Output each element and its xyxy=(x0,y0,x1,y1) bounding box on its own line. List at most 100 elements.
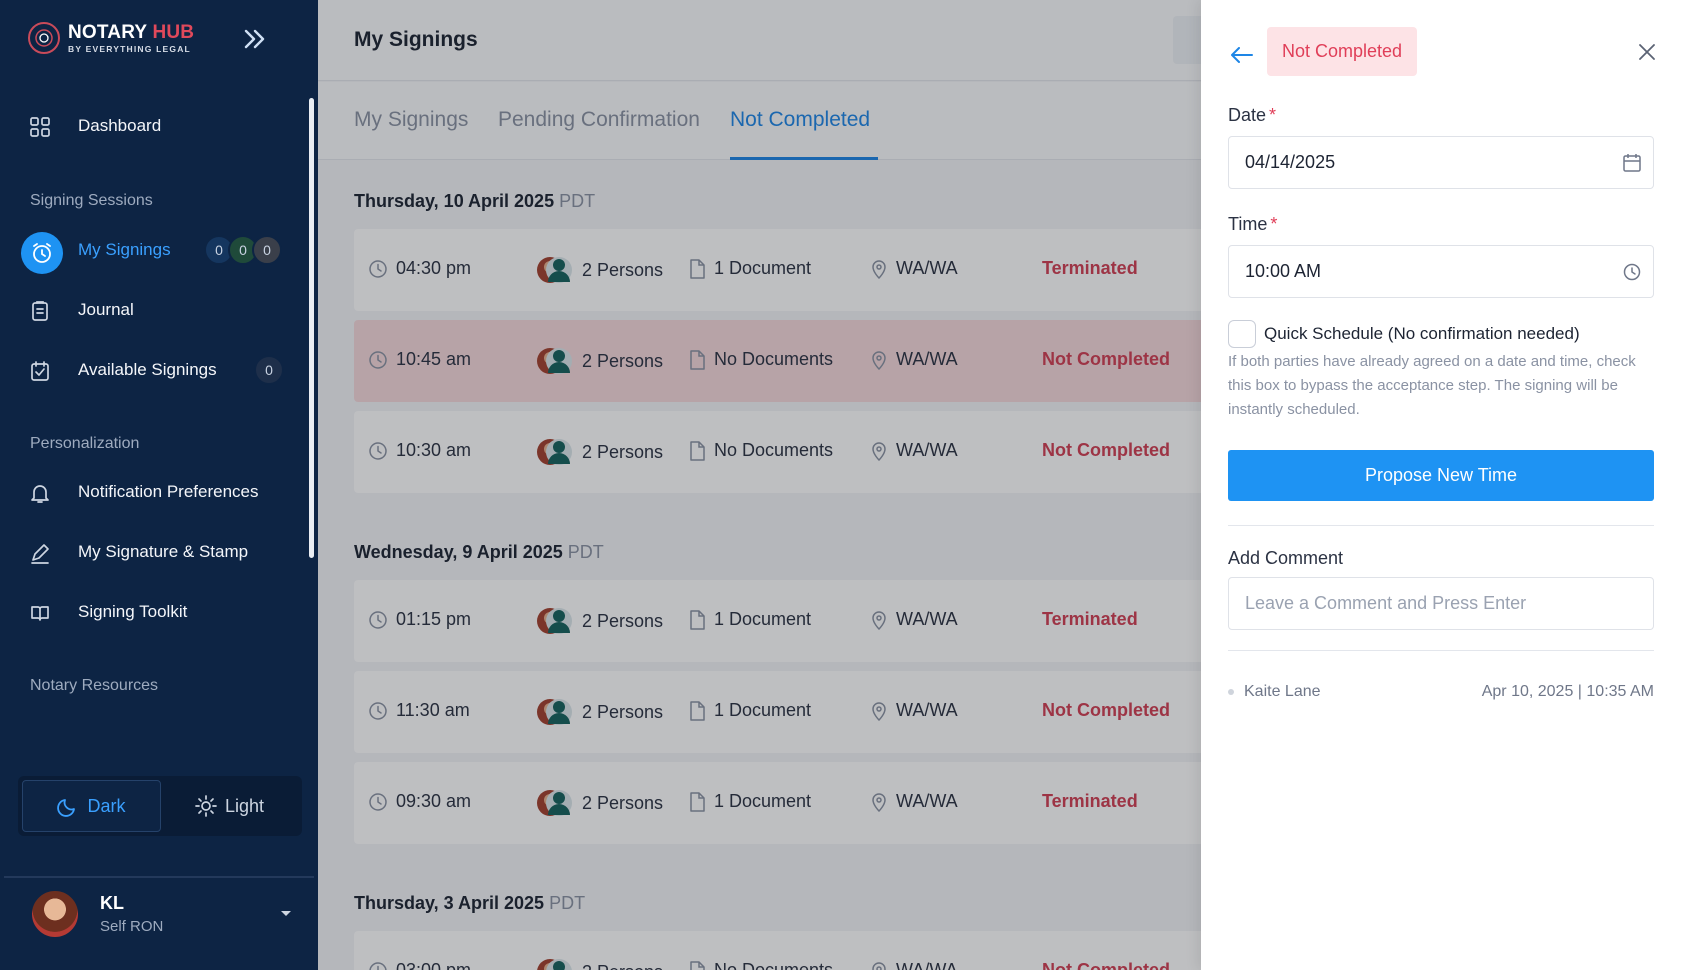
book-icon xyxy=(28,601,52,625)
my-signings-badges: 0 0 0 xyxy=(204,235,282,265)
sidebar-item-label: Available Signings xyxy=(78,360,217,379)
sidebar-item-label: Journal xyxy=(78,300,134,319)
signing-persons: 2 Persons xyxy=(536,953,663,970)
sidebar-item-notification-preferences[interactable]: Notification Preferences xyxy=(0,470,300,514)
clock-icon xyxy=(369,701,387,720)
bell-icon xyxy=(28,481,52,505)
theme-dark-label: Dark xyxy=(87,795,126,816)
clock-icon xyxy=(369,441,387,460)
comment-input[interactable]: Leave a Comment and Press Enter xyxy=(1228,577,1654,630)
persons-avatar-icon xyxy=(537,699,572,725)
section-label-signing: Signing Sessions xyxy=(30,192,153,209)
location-pin-icon xyxy=(872,350,886,370)
clock-icon[interactable] xyxy=(1621,261,1643,283)
persons-avatar-icon xyxy=(537,257,572,283)
calendar-check-icon xyxy=(28,359,52,383)
signing-location: WA/WA xyxy=(870,791,958,812)
quick-schedule-checkbox-row[interactable]: Quick Schedule (No confirmation needed) xyxy=(1228,320,1580,348)
signing-time: 03:00 pm xyxy=(368,960,471,970)
sidebar: NOTARY HUB BY EVERYTHING LEGAL Dashboard… xyxy=(0,0,318,970)
signing-status: Terminated xyxy=(1042,609,1138,629)
propose-new-time-button[interactable]: Propose New Time xyxy=(1228,450,1654,501)
date-value: 04/14/2025 xyxy=(1245,152,1336,172)
sidebar-item-signing-toolkit[interactable]: Signing Toolkit xyxy=(0,590,300,634)
signing-persons: 2 Persons xyxy=(536,342,663,380)
date-field[interactable]: 04/14/2025 xyxy=(1228,136,1654,189)
signing-location: WA/WA xyxy=(870,349,958,370)
reschedule-panel: Not Completed Date * 04/14/2025 Time * 10:… xyxy=(1201,0,1681,970)
sidebar-scrollbar[interactable] xyxy=(309,98,314,558)
caret-down-icon xyxy=(281,911,291,916)
clipboard-icon xyxy=(28,299,52,323)
sidebar-item-journal[interactable]: Journal xyxy=(0,288,300,332)
sidebar-divider xyxy=(4,876,314,878)
location-pin-icon xyxy=(872,259,886,279)
quick-schedule-checkbox[interactable] xyxy=(1228,320,1256,348)
back-button[interactable] xyxy=(1227,40,1257,70)
signing-documents: 1 Document xyxy=(688,700,811,721)
arrow-left-icon xyxy=(1231,47,1253,63)
signing-status: Terminated xyxy=(1042,258,1138,278)
signing-time: 09:30 am xyxy=(368,791,471,812)
calendar-icon[interactable] xyxy=(1621,152,1643,174)
signing-persons: 2 Persons xyxy=(536,602,663,640)
notary-seal-icon xyxy=(28,22,60,54)
close-icon xyxy=(1639,44,1655,60)
active-tab-indicator xyxy=(730,157,878,160)
tab-pending-confirmation[interactable]: Pending Confirmation xyxy=(498,108,700,132)
location-pin-icon xyxy=(872,441,886,461)
avatar xyxy=(30,889,80,939)
signing-persons: 2 Persons xyxy=(536,433,663,471)
tab-not-completed[interactable]: Not Completed xyxy=(730,108,870,132)
grid-icon xyxy=(28,115,52,139)
signing-location: WA/WA xyxy=(870,440,958,461)
signing-location: WA/WA xyxy=(870,609,958,630)
sidebar-item-label: My Signings xyxy=(78,240,171,259)
time-label: Time * xyxy=(1228,214,1278,234)
theme-light-button[interactable]: Light xyxy=(161,780,298,832)
user-menu[interactable]: KL Self RON xyxy=(30,888,291,940)
clock-icon xyxy=(369,610,387,629)
theme-switch: Dark Light xyxy=(18,776,302,836)
persons-avatar-icon xyxy=(537,439,572,465)
signing-persons: 2 Persons xyxy=(536,784,663,822)
brand-logo[interactable]: NOTARY HUB BY EVERYTHING LEGAL xyxy=(28,22,194,54)
sidebar-item-dashboard[interactable]: Dashboard xyxy=(0,104,300,148)
add-comment-label: Add Comment xyxy=(1228,548,1344,568)
signing-location: WA/WA xyxy=(870,700,958,721)
time-field[interactable]: 10:00 AM xyxy=(1228,245,1654,298)
tab-my-signings[interactable]: My Signings xyxy=(354,108,468,132)
signing-status: Terminated xyxy=(1042,791,1138,811)
sidebar-item-signature-stamp[interactable]: My Signature & Stamp xyxy=(0,530,300,574)
signing-status: Not Completed xyxy=(1042,960,1170,970)
collapse-sidebar-button[interactable] xyxy=(238,24,272,54)
sidebar-item-label: Signing Toolkit xyxy=(78,602,188,621)
page-title: My Signings xyxy=(354,28,478,51)
document-icon xyxy=(690,609,705,630)
user-role: Self RON xyxy=(100,918,164,935)
sidebar-item-label: Notification Preferences xyxy=(78,482,259,501)
clock-icon xyxy=(369,350,387,369)
document-icon xyxy=(690,440,705,461)
sun-icon xyxy=(195,795,217,817)
theme-light-label: Light xyxy=(224,795,265,816)
theme-dark-button[interactable]: Dark xyxy=(22,780,161,832)
available-badge: 0 xyxy=(254,355,284,385)
clock-icon xyxy=(369,259,387,278)
sidebar-item-label: My Signature & Stamp xyxy=(78,542,249,561)
signing-persons: 2 Persons xyxy=(536,693,663,731)
alarm-clock-icon xyxy=(21,232,63,274)
clock-icon xyxy=(369,792,387,811)
moon-icon xyxy=(57,799,76,817)
bullet-dot xyxy=(1228,689,1234,695)
document-icon xyxy=(690,700,705,721)
persons-avatar-icon xyxy=(537,790,572,816)
persons-avatar-icon xyxy=(537,959,572,970)
close-button[interactable] xyxy=(1635,40,1659,64)
clock-icon xyxy=(369,961,387,970)
signing-time: 01:15 pm xyxy=(368,609,471,630)
brand-tagline: BY EVERYTHING LEGAL xyxy=(68,43,191,54)
signing-documents: 1 Document xyxy=(688,791,811,812)
signing-persons: 2 Persons xyxy=(536,251,663,289)
count-badge: 0 xyxy=(254,355,284,385)
